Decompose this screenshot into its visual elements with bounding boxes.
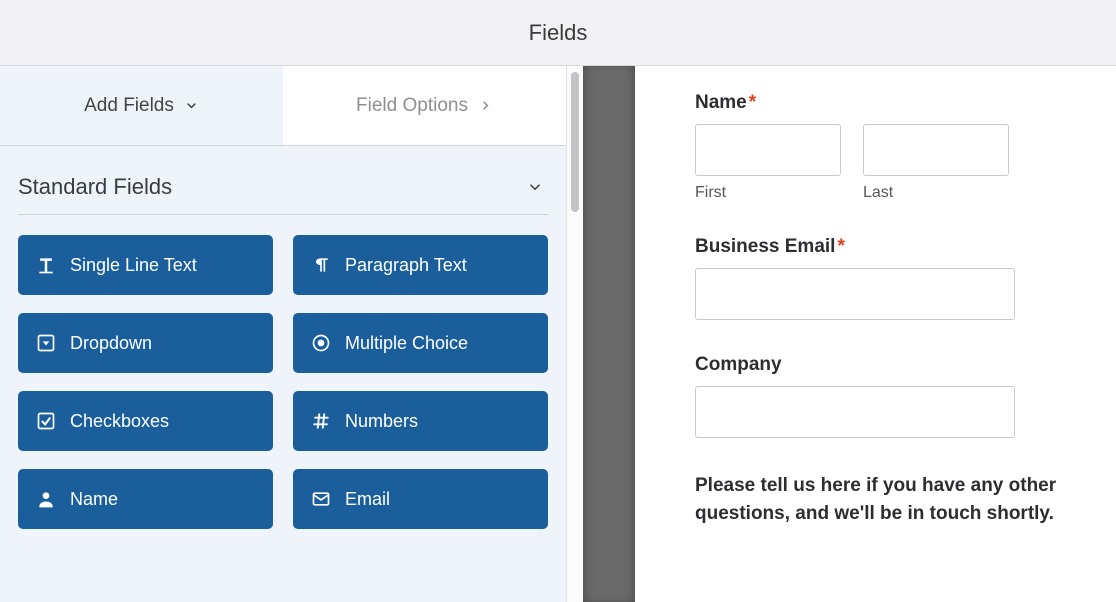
chevron-down-icon xyxy=(184,98,199,113)
field-email[interactable]: Email xyxy=(293,469,548,529)
preview-prompt-text: Please tell us here if you have any othe… xyxy=(695,472,1076,527)
field-name[interactable]: Name xyxy=(18,469,273,529)
chevron-right-icon xyxy=(478,98,493,113)
paragraph-icon xyxy=(311,255,331,275)
section-header[interactable]: Standard Fields xyxy=(0,146,566,214)
field-label: Paragraph Text xyxy=(345,255,467,276)
form-preview: Name* First Last Business Email* Co xyxy=(635,66,1116,602)
label-text: Name xyxy=(695,92,747,113)
dropdown-icon xyxy=(36,333,56,353)
field-grid: Single Line Text Paragraph Text Dropdown… xyxy=(0,235,566,541)
field-label: Numbers xyxy=(345,411,418,432)
field-label: Checkboxes xyxy=(70,411,169,432)
scrollbar-thumb[interactable] xyxy=(571,72,579,212)
text-cursor-icon xyxy=(36,255,56,275)
label-text: Business Email xyxy=(695,236,835,257)
user-icon xyxy=(36,489,56,509)
preview-field-email: Business Email* xyxy=(695,236,1076,320)
tab-label: Field Options xyxy=(356,95,468,117)
field-numbers[interactable]: Numbers xyxy=(293,391,548,451)
field-label: Email xyxy=(345,489,390,510)
tab-field-options[interactable]: Field Options xyxy=(283,66,566,145)
label-text: Company xyxy=(695,354,782,375)
panel-divider xyxy=(567,66,635,602)
hash-icon xyxy=(311,411,331,431)
main-area: Add Fields Field Options Standard Fields… xyxy=(0,66,1116,602)
field-label: Business Email* xyxy=(695,236,1076,258)
field-label: Single Line Text xyxy=(70,255,197,276)
field-paragraph-text[interactable]: Paragraph Text xyxy=(293,235,548,295)
field-dropdown[interactable]: Dropdown xyxy=(18,313,273,373)
checkbox-icon xyxy=(36,411,56,431)
fields-panel: Add Fields Field Options Standard Fields… xyxy=(0,66,567,602)
field-checkboxes[interactable]: Checkboxes xyxy=(18,391,273,451)
field-single-line-text[interactable]: Single Line Text xyxy=(18,235,273,295)
email-input[interactable] xyxy=(695,268,1015,320)
page-header: Fields xyxy=(0,0,1116,66)
field-multiple-choice[interactable]: Multiple Choice xyxy=(293,313,548,373)
required-mark: * xyxy=(749,92,756,113)
field-label: Name xyxy=(70,489,118,510)
section-title: Standard Fields xyxy=(18,174,172,200)
field-label: Dropdown xyxy=(70,333,152,354)
divider xyxy=(18,214,548,215)
name-inputs: First Last xyxy=(695,124,1076,202)
field-label: Multiple Choice xyxy=(345,333,468,354)
panel-tabs: Add Fields Field Options xyxy=(0,66,566,146)
scrollbar-track[interactable] xyxy=(567,66,583,602)
last-name-group: Last xyxy=(863,124,1009,202)
first-name-input[interactable] xyxy=(695,124,841,176)
preview-field-name: Name* First Last xyxy=(695,92,1076,202)
radio-icon xyxy=(311,333,331,353)
first-name-group: First xyxy=(695,124,841,202)
preview-field-company: Company xyxy=(695,354,1076,438)
sub-label: Last xyxy=(863,184,1009,202)
required-mark: * xyxy=(837,236,844,257)
tab-add-fields[interactable]: Add Fields xyxy=(0,66,283,145)
chevron-down-icon xyxy=(526,178,544,196)
page-title: Fields xyxy=(529,20,588,46)
envelope-icon xyxy=(311,489,331,509)
field-label: Name* xyxy=(695,92,1076,114)
field-label: Company xyxy=(695,354,1076,376)
company-input[interactable] xyxy=(695,386,1015,438)
sub-label: First xyxy=(695,184,841,202)
last-name-input[interactable] xyxy=(863,124,1009,176)
tab-label: Add Fields xyxy=(84,95,174,117)
divider-shadow xyxy=(583,66,635,602)
